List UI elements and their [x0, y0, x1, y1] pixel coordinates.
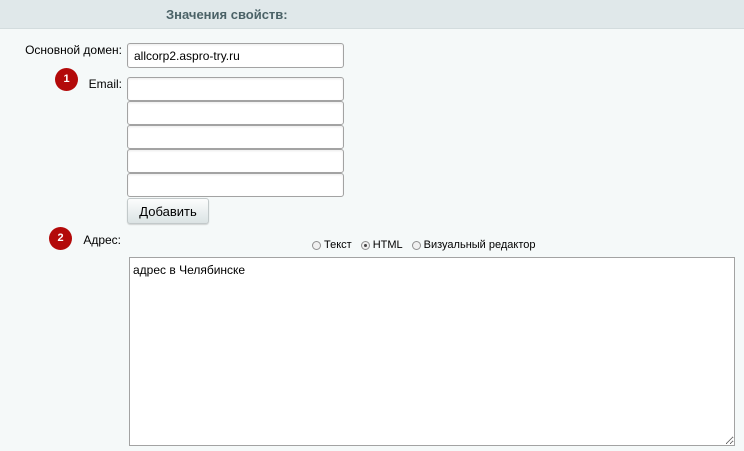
mode-text-label: Текст — [324, 239, 352, 251]
email-input-1[interactable] — [127, 77, 344, 101]
domain-label: Основной домен: — [25, 43, 122, 57]
add-email-button[interactable]: Добавить — [127, 198, 209, 224]
mode-text-option[interactable]: Текст — [312, 239, 352, 251]
section-header: Значения свойств: — [0, 0, 744, 29]
mode-visual-radio[interactable] — [411, 240, 421, 250]
mode-html-label: HTML — [372, 239, 403, 251]
email-input-4[interactable] — [127, 149, 344, 173]
mode-text-radio[interactable] — [312, 240, 321, 250]
address-textarea[interactable]: адрес в Челябинске — [129, 257, 735, 446]
mode-html-option[interactable]: HTML — [360, 239, 403, 251]
email-input-5[interactable] — [127, 173, 344, 197]
email-label: Email: — [88, 77, 122, 91]
email-input-3[interactable] — [127, 125, 344, 149]
email-input-2[interactable] — [127, 101, 344, 125]
editor-mode-selector: Текст HTML Визуальный редактор — [312, 238, 545, 252]
address-label: Адрес: — [83, 233, 121, 247]
section-title: Значения свойств: — [166, 7, 288, 22]
domain-input[interactable] — [127, 43, 344, 68]
mode-visual-option[interactable]: Визуальный редактор — [411, 239, 536, 251]
mode-html-radio[interactable] — [360, 240, 370, 250]
mode-visual-label: Визуальный редактор — [423, 239, 536, 251]
